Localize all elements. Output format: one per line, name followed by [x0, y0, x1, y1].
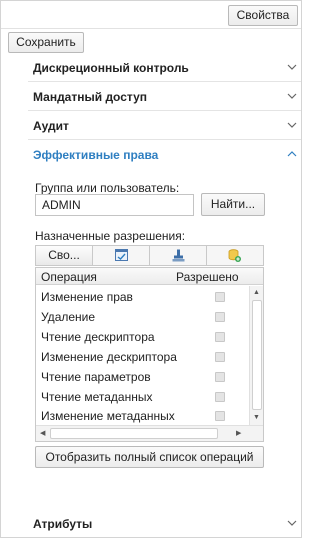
- permissions-grid: Операция Разрешено Изменение прав Удален…: [35, 267, 264, 442]
- table-row[interactable]: Чтение дескриптора: [36, 327, 250, 347]
- section-attributes[interactable]: Атрибуты: [1, 510, 301, 538]
- vertical-scroll-thumb[interactable]: [252, 300, 262, 410]
- find-button[interactable]: Найти...: [201, 193, 265, 216]
- table-row[interactable]: Чтение параметров: [36, 367, 250, 387]
- operation-name: Удаление: [41, 310, 96, 324]
- tab-properties[interactable]: Сво...: [36, 246, 93, 265]
- operation-name: Изменение метаданных: [41, 409, 175, 423]
- scroll-down-icon[interactable]: ▼: [253, 414, 260, 422]
- operation-name: Чтение метаданных: [41, 390, 153, 404]
- vertical-scrollbar[interactable]: ▲ ▼: [249, 286, 263, 425]
- chevron-down-icon: [287, 64, 297, 70]
- section-title: Аудит: [33, 119, 69, 133]
- horizontal-scrollbar[interactable]: ◀ ▶: [36, 425, 263, 441]
- show-full-operations-button[interactable]: Отобразить полный список операций: [35, 446, 264, 468]
- stamp-icon: [172, 249, 185, 262]
- table-row[interactable]: Чтение метаданных: [36, 387, 250, 407]
- tab-stamp[interactable]: [150, 246, 207, 265]
- save-button[interactable]: Сохранить: [8, 32, 84, 53]
- chevron-up-icon: [287, 151, 297, 157]
- permissions-tabs: Сво...: [35, 245, 264, 266]
- section-discretionary-control[interactable]: Дискреционный контроль: [1, 54, 301, 82]
- table-row[interactable]: Изменение дескриптора: [36, 347, 250, 367]
- section-title: Атрибуты: [33, 517, 93, 531]
- section-audit[interactable]: Аудит: [1, 112, 301, 140]
- scroll-left-icon[interactable]: ◀: [40, 430, 45, 438]
- toolbar-divider: [1, 28, 301, 29]
- section-title: Эффективные права: [33, 148, 159, 162]
- allowed-checkbox: [215, 411, 225, 421]
- operation-name: Изменение дескриптора: [41, 350, 177, 364]
- scroll-right-icon[interactable]: ▶: [236, 430, 241, 438]
- table-row[interactable]: Изменение метаданных: [36, 406, 250, 426]
- horizontal-scroll-thumb[interactable]: [50, 428, 218, 439]
- section-title: Дискреционный контроль: [33, 61, 189, 75]
- operation-name: Чтение дескриптора: [41, 330, 155, 344]
- scroll-up-icon[interactable]: ▲: [253, 289, 260, 297]
- user-field[interactable]: ADMIN: [35, 194, 194, 216]
- tab-object-check[interactable]: [93, 246, 150, 265]
- column-header-allowed: Разрешено: [176, 270, 239, 284]
- allowed-checkbox: [215, 292, 225, 302]
- operation-name: Чтение параметров: [41, 370, 151, 384]
- table-row[interactable]: Удаление: [36, 307, 250, 327]
- column-header-operation: Операция: [41, 270, 97, 284]
- chevron-down-icon: [287, 122, 297, 128]
- allowed-checkbox: [215, 332, 225, 342]
- allowed-checkbox: [215, 392, 225, 402]
- grid-header: Операция Разрешено: [36, 268, 263, 285]
- chevron-down-icon: [287, 520, 297, 526]
- section-mandatory-access[interactable]: Мандатный доступ: [1, 83, 301, 111]
- user-field-value: ADMIN: [42, 198, 81, 212]
- properties-button[interactable]: Свойства: [228, 5, 298, 26]
- allowed-checkbox: [215, 312, 225, 322]
- section-title: Мандатный доступ: [33, 90, 147, 104]
- section-effective-rights[interactable]: Эффективные права: [1, 141, 301, 169]
- allowed-checkbox: [215, 352, 225, 362]
- object-check-icon: [115, 249, 128, 261]
- table-row[interactable]: Изменение прав: [36, 287, 250, 307]
- database-add-icon: [228, 249, 241, 262]
- chevron-down-icon: [287, 93, 297, 99]
- group-or-user-label: Группа или пользователь:: [35, 181, 180, 195]
- allowed-checkbox: [215, 372, 225, 382]
- tab-label: Сво...: [48, 248, 80, 262]
- operation-name: Изменение прав: [41, 290, 133, 304]
- tab-database-add[interactable]: [207, 246, 263, 265]
- assigned-permissions-label: Назначенные разрешения:: [35, 229, 186, 243]
- properties-panel: Свойства Сохранить Дискреционный контрол…: [0, 0, 302, 538]
